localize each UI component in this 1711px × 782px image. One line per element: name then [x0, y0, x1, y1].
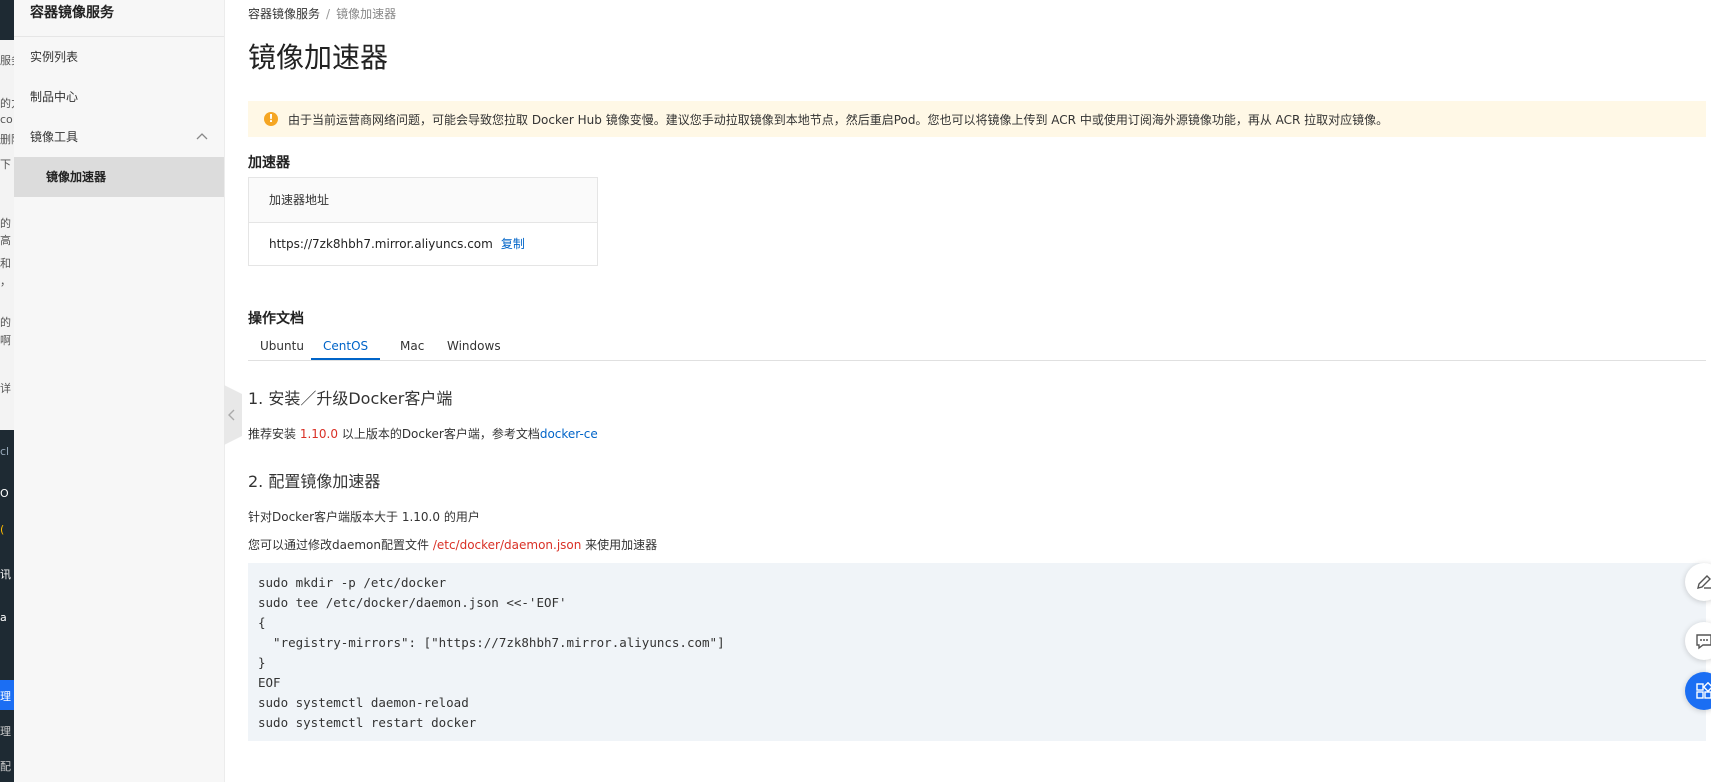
breadcrumb: 容器镜像服务 / 镜像加速器	[248, 5, 396, 22]
tab-ubuntu[interactable]: Ubuntu	[248, 334, 316, 360]
step1-title: 1. 安装／升级Docker客户端	[248, 389, 453, 408]
copy-link[interactable]: 复制	[501, 237, 525, 251]
background-text: 的	[0, 217, 11, 230]
background-text: ，	[0, 275, 11, 288]
version-highlight: 1.10.0	[299, 427, 338, 441]
sidebar-item-image-accelerator[interactable]: 镜像加速器	[14, 157, 224, 197]
warning-icon: !	[264, 112, 278, 126]
sidebar-collapse-handle[interactable]	[224, 385, 242, 445]
tab-mac[interactable]: Mac	[388, 334, 436, 360]
docs-heading: 操作文档	[248, 311, 304, 327]
background-text: 高	[0, 234, 11, 247]
step2-line2-suffix: 来使用加速器	[581, 538, 658, 552]
background-page-strip: 服务 的力 co 删除 下 的 高 和 ， 的 啊 详 cl O ( 讯 a 理…	[0, 0, 14, 782]
breadcrumb-separator: /	[326, 7, 331, 21]
background-text: 的力	[0, 97, 14, 110]
config-path: /etc/docker/daemon.json	[432, 538, 582, 552]
notice-text: 由于当前运营商网络问题，可能会导致您拉取 Docker Hub 镜像变慢。建议您…	[288, 112, 1389, 127]
tab-windows[interactable]: Windows	[435, 334, 513, 360]
accelerator-address: https://7zk8hbh7.mirror.aliyuncs.com	[269, 237, 493, 251]
chevron-up-icon	[196, 133, 208, 140]
step1-text-mid: 以上版本的Docker客户端，参考文档	[338, 427, 540, 441]
accelerator-table: 加速器地址 https://7zk8hbh7.mirror.aliyuncs.c…	[248, 177, 598, 266]
step2-title: 2. 配置镜像加速器	[248, 472, 381, 491]
background-text: 的	[0, 316, 11, 329]
notice-banner: ! 由于当前运营商网络问题，可能会导致您拉取 Docker Hub 镜像变慢。建…	[248, 101, 1706, 137]
table-row: https://7zk8hbh7.mirror.aliyuncs.com 复制	[249, 223, 597, 265]
sidebar-title: 容器镜像服务	[14, 0, 224, 37]
background-text: O	[0, 487, 9, 500]
sidebar-group-image-tools[interactable]: 镜像工具	[14, 117, 224, 157]
main-content: 容器镜像服务 / 镜像加速器 镜像加速器 ! 由于当前运营商网络问题，可能会导致您拉…	[248, 0, 1708, 782]
accelerator-heading: 加速器	[248, 155, 290, 171]
docker-ce-link[interactable]: docker-ce	[540, 427, 598, 441]
code-block: sudo mkdir -p /etc/docker sudo tee /etc/…	[248, 563, 1706, 741]
background-text: 服务	[0, 54, 14, 67]
background-text: 啊	[0, 334, 11, 347]
background-text: (	[0, 523, 5, 536]
code-content[interactable]: sudo mkdir -p /etc/docker sudo tee /etc/…	[248, 563, 1706, 743]
tab-centos[interactable]: CentOS	[311, 334, 381, 360]
chevron-left-icon	[228, 409, 235, 421]
apps-icon	[1696, 682, 1711, 699]
sidebar-item-label: 制品中心	[30, 90, 79, 104]
sidebar-item-label: 实例列表	[30, 50, 79, 64]
sidebar-item-artifact-center[interactable]: 制品中心	[14, 77, 224, 117]
background-text: a	[0, 611, 7, 624]
edit-icon	[1697, 575, 1711, 589]
sidebar-item-label: 镜像加速器	[46, 170, 107, 184]
background-text: 讯	[0, 568, 11, 581]
step2-line1: 针对Docker客户端版本大于 1.10.0 的用户	[248, 510, 480, 524]
chat-icon	[1696, 634, 1711, 650]
sidebar-item-instances[interactable]: 实例列表	[14, 37, 224, 77]
step1-text-prefix: 推荐安装	[248, 427, 300, 441]
background-text: co	[0, 113, 13, 126]
background-text: 详	[0, 382, 11, 395]
breadcrumb-current: 镜像加速器	[336, 7, 397, 21]
breadcrumb-link[interactable]: 容器镜像服务	[248, 7, 320, 21]
table-header: 加速器地址	[249, 178, 597, 223]
sidebar-item-label: 镜像工具	[30, 130, 79, 144]
background-text: 删除	[0, 133, 14, 146]
background-text: cl	[0, 445, 10, 458]
step1-text: 推荐安装 1.10.0 以上版本的Docker客户端，参考文档docker-ce	[248, 425, 598, 442]
step2-line2: 您可以通过修改daemon配置文件 /etc/docker/daemon.jso…	[248, 536, 657, 553]
os-tabs: Ubuntu CentOS Mac Windows	[248, 334, 1706, 361]
background-text: 配	[0, 760, 11, 773]
background-text: 理	[0, 725, 11, 738]
background-text: 下	[0, 158, 11, 171]
background-text: 理	[0, 690, 11, 703]
sidebar: 容器镜像服务 实例列表 制品中心 镜像工具 镜像加速器	[14, 0, 225, 782]
background-text: 和	[0, 257, 11, 270]
page-title: 镜像加速器	[248, 41, 389, 74]
background-dark-block	[0, 0, 14, 40]
step2-line2-prefix: 您可以通过修改daemon配置文件	[248, 538, 433, 552]
